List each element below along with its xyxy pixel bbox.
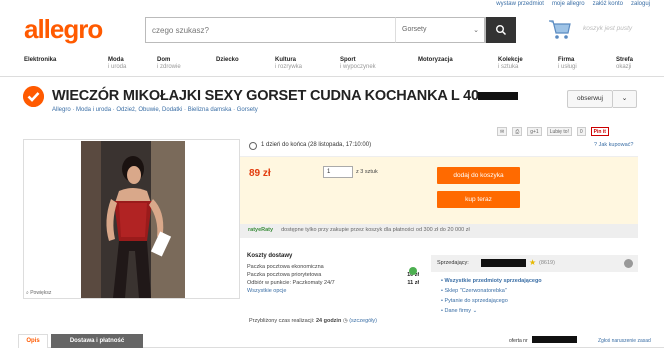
nav-item[interactable]: Firma i usługi [558, 57, 577, 71]
clock-icon [249, 142, 257, 150]
time-left: 1 dzień do końca (28 listopada, 17:10:00… [261, 142, 372, 148]
seller-panel: Sprzedający: ★ (8619) • Wszystkie przedm… [431, 255, 638, 323]
all-shipping-options-link[interactable]: Wszystkie opcje [247, 288, 419, 294]
star-icon: ★ [529, 258, 537, 267]
product-photo[interactable] [81, 141, 185, 298]
company-data-link[interactable]: • Dane firmy ⌄ [441, 308, 477, 314]
nav-item[interactable]: Kultura i rozrywka [275, 57, 302, 71]
checkmark-badge-icon [23, 86, 44, 107]
item-title: WIECZÓR MIKOŁAJKI SEXY GORSET CUDNA KOCH… [52, 88, 479, 104]
nav-item[interactable]: Elektronika [24, 57, 56, 64]
enlarge-photo-link[interactable]: ⌕ Powiększ [26, 290, 51, 296]
redaction-bar [481, 259, 526, 267]
chevron-down-icon: ⌄ [473, 27, 479, 34]
share-buttons: ✉ ⎙ g+1 Lubię to! 0 Pin it [497, 126, 609, 136]
free-shipping-icon [409, 267, 417, 275]
allegro-logo[interactable]: allegro [24, 14, 103, 45]
observe-button[interactable]: obserwuj [567, 90, 613, 108]
login-link[interactable]: zaloguj [631, 1, 650, 7]
how-to-buy-link[interactable]: ? Jak kupować? [594, 142, 633, 148]
details-link[interactable]: (szczegóły) [349, 318, 377, 324]
nav-item[interactable]: Dom i zdrowie [157, 57, 181, 71]
chevron-down-icon: ⌄ [621, 95, 628, 102]
seller-shop-link[interactable]: • Sklep "Czerwonatorebka" [441, 288, 507, 294]
quantity-input[interactable]: 1 [323, 166, 353, 178]
quantity-available: z 3 sztuk [356, 169, 378, 175]
redaction-bar [532, 336, 577, 343]
ask-seller-link[interactable]: • Pytanie do sprzedającego [441, 298, 508, 304]
print-icon[interactable]: ⎙ [512, 126, 523, 136]
top-links: wystaw przedmiot moje allegro załóż kont… [496, 1, 650, 7]
search-category-select[interactable]: Gorsety ⌄ [395, 17, 486, 43]
eraty-logo: ratyeRaty [248, 227, 274, 233]
category-nav: Elektronika Moda i uroda Dom i zdrowie Dzi… [0, 55, 664, 77]
photo-gallery[interactable]: ⌕ Powiększ [23, 139, 240, 299]
clock-icon: ◷ [342, 318, 348, 324]
nav-item[interactable]: Dziecko [216, 57, 239, 64]
facebook-like-button[interactable]: Lubię to! [546, 126, 572, 136]
shipping-costs: Koszty dostawy Paczka pocztowa ekonomicz… [247, 253, 419, 308]
add-to-cart-button[interactable]: dodaj do koszyka [437, 167, 520, 184]
seller-score[interactable]: (8619) [539, 260, 555, 266]
nav-item[interactable]: Motoryzacja [418, 57, 453, 64]
redaction-bar [478, 92, 518, 100]
shipping-row: Odbiór w punkcie: Paczkomaty 24/7 11 zł [247, 280, 419, 286]
buy-now-button[interactable]: kup teraz [437, 191, 520, 208]
breadcrumb[interactable]: Allegro · Moda i uroda · Odzież, Obuwie,… [52, 107, 258, 113]
cart-status: koszyk jest pusty [583, 25, 633, 32]
shipping-row: Paczka pocztowa ekonomiczna [247, 264, 324, 270]
cart-icon[interactable] [548, 18, 572, 40]
seller-all-items-link[interactable]: • Wszystkie przedmioty sprzedającego [441, 278, 542, 284]
search-button[interactable] [486, 17, 516, 43]
search-category-value: Gorsety [402, 26, 427, 33]
shipping-row: Paczka pocztowa priorytetowa 10 zł [247, 272, 419, 278]
item-price: 89 zł [249, 168, 271, 179]
pinterest-button[interactable]: Pin it [590, 126, 609, 136]
observe-dropdown-button[interactable]: ⌄ [613, 90, 637, 108]
google-plus-button[interactable]: g+1 [527, 126, 542, 136]
like-count: 0 [576, 126, 586, 136]
nav-item[interactable]: Moda i uroda [108, 57, 126, 71]
shipping-title: Koszty dostawy [247, 253, 293, 259]
tab-description[interactable]: Opis [18, 334, 48, 348]
delivery-time: Przybliżony czas realizacji: 24 godzin ◷… [249, 318, 378, 324]
report-violation-link[interactable]: Zgłoś naruszenie zasad [598, 338, 651, 344]
tab-delivery-payment[interactable]: Dostawa i płatność [51, 334, 143, 348]
nav-item[interactable]: Sport i wypoczynek [340, 57, 376, 71]
search-icon [496, 25, 507, 36]
nav-item[interactable]: Strefa okazji [616, 57, 633, 71]
seller-menu-icon[interactable] [624, 259, 633, 268]
sell-item-link[interactable]: wystaw przedmiot [496, 1, 544, 7]
email-share-icon[interactable]: ✉ [497, 126, 508, 136]
nav-item[interactable]: Kolekcje i sztuka [498, 57, 523, 71]
offer-number-label: oferta nr [509, 338, 528, 344]
installments-info: ratyeRaty dostępne tylko przy zakupie prz… [240, 224, 638, 238]
my-allegro-link[interactable]: moje allegro [552, 1, 585, 7]
create-account-link[interactable]: załóż konto [593, 1, 623, 7]
